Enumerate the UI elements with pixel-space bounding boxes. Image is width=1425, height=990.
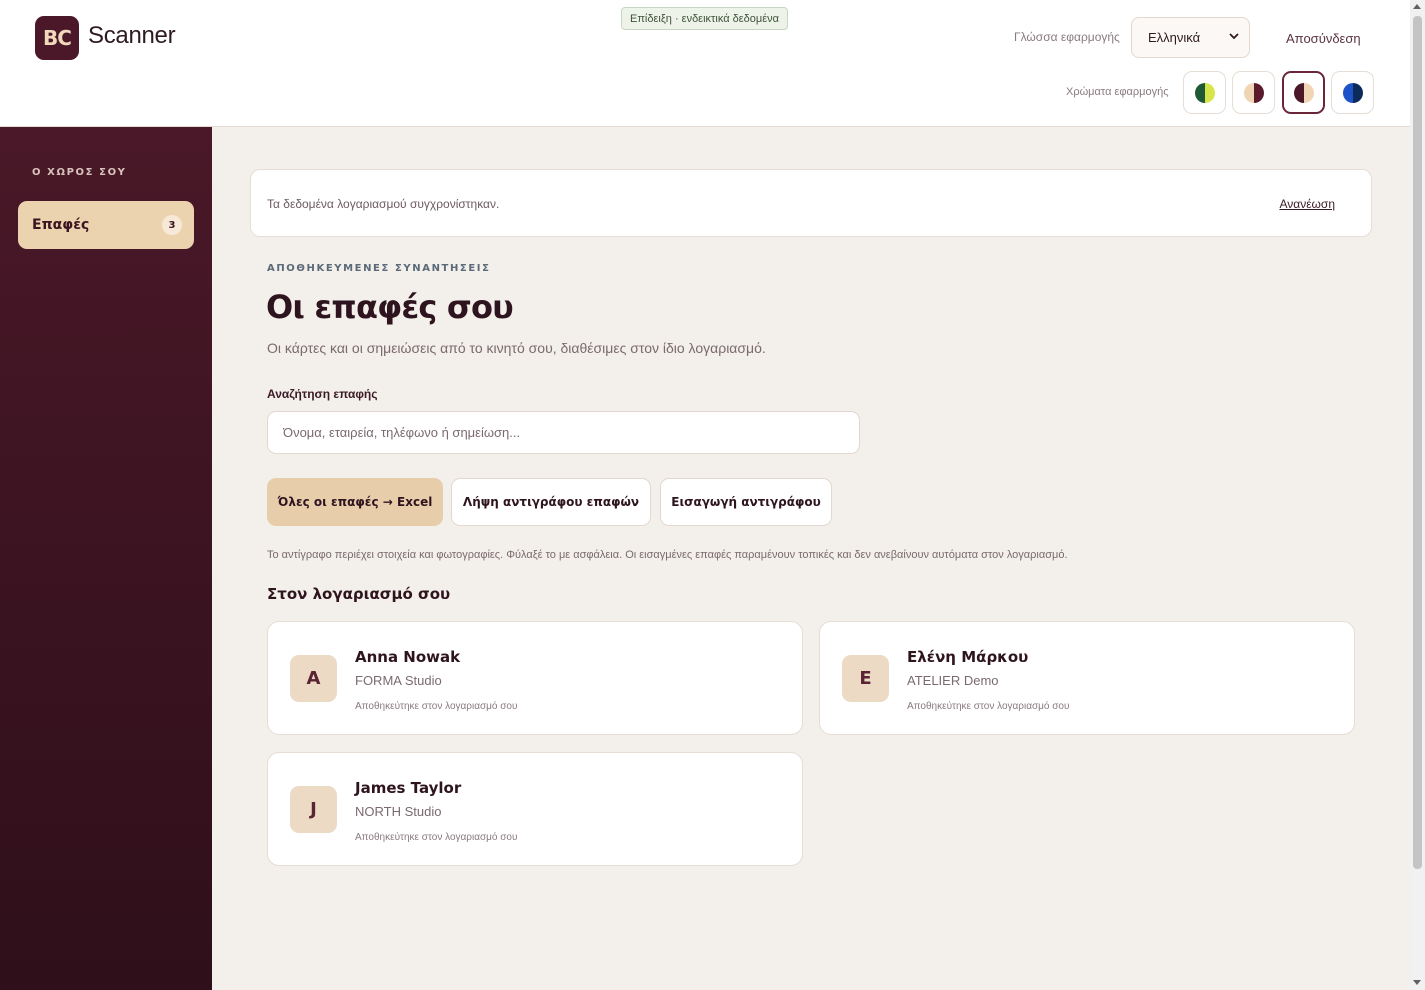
sidebar-item-contacts[interactable]: Επαφές 3 <box>18 201 194 249</box>
sidebar-heading: Ο ΧΩΡΟΣ ΣΟΥ <box>32 167 127 178</box>
sync-status-text: Τα δεδομένα λογαριασμού συγχρονίστηκαν. <box>267 197 500 211</box>
contact-status: Αποθηκεύτηκε στον λογαριασμό σου <box>907 701 1070 712</box>
sync-status-bar: Τα δεδομένα λογαριασμού συγχρονίστηκαν. … <box>250 169 1372 237</box>
language-select-value: Ελληνικά <box>1148 30 1201 45</box>
theme-dot-icon <box>1243 82 1264 103</box>
theme-swatch-green[interactable] <box>1183 71 1226 114</box>
page-title: Οι επαφές σου <box>266 288 514 326</box>
contact-name: Anna Nowak <box>355 648 461 666</box>
import-backup-button[interactable]: Εισαγωγή αντιγράφου <box>660 478 832 526</box>
avatar: E <box>842 655 889 702</box>
theme-swatch-burgundy-cream[interactable] <box>1282 71 1325 114</box>
contact-status: Αποθηκεύτηκε στον λογαριασμό σου <box>355 701 518 712</box>
avatar: A <box>290 655 337 702</box>
demo-badge: Επίδειξη · ενδεικτικά δεδομένα <box>621 7 788 30</box>
backup-note: Το αντίγραφο περιέχει στοιχεία και φωτογ… <box>267 549 1068 561</box>
theme-swatch-cream-burgundy[interactable] <box>1232 71 1275 114</box>
export-excel-button[interactable]: Όλες οι επαφές → Excel <box>267 478 443 526</box>
theme-swatch-blue[interactable] <box>1331 71 1374 114</box>
app-logo[interactable]: BC <box>35 16 79 60</box>
colors-label: Χρώματα εφαρμογής <box>1066 86 1169 98</box>
contact-company: ATELIER Demo <box>907 673 999 688</box>
contact-card[interactable]: E Ελένη Μάρκου ATELIER Demo Αποθηκεύτηκε… <box>819 621 1355 735</box>
contact-company: FORMA Studio <box>355 673 442 688</box>
sidebar-item-count-badge: 3 <box>162 215 182 235</box>
contact-card[interactable]: A Anna Nowak FORMA Studio Αποθηκεύτηκε σ… <box>267 621 803 735</box>
scroll-up-arrow-icon[interactable] <box>1413 4 1421 9</box>
chevron-down-icon <box>1229 33 1239 40</box>
refresh-link[interactable]: Ανανέωση <box>1279 197 1335 211</box>
avatar: J <box>290 786 337 833</box>
scroll-down-arrow-icon[interactable] <box>1413 980 1421 985</box>
sidebar: Ο ΧΩΡΟΣ ΣΟΥ Επαφές 3 <box>0 127 212 990</box>
language-select[interactable]: Ελληνικά <box>1131 17 1250 58</box>
search-input[interactable] <box>267 411 860 454</box>
contact-status: Αποθηκεύτηκε στον λογαριασμό σου <box>355 832 518 843</box>
page-subtitle: Οι κάρτες και οι σημειώσεις από το κινητ… <box>267 340 766 356</box>
logout-button[interactable]: Αποσύνδεση <box>1286 31 1361 46</box>
theme-dot-icon <box>1194 82 1215 103</box>
app-name: Scanner <box>88 22 176 49</box>
sidebar-item-label: Επαφές <box>32 217 90 233</box>
contact-card[interactable]: J James Taylor NORTH Studio Αποθηκεύτηκε… <box>267 752 803 866</box>
scroll-thumb[interactable] <box>1413 16 1422 869</box>
app-header: BC Scanner Επίδειξη · ενδεικτικά δεδομέν… <box>0 0 1410 127</box>
contact-name: James Taylor <box>355 779 462 797</box>
contact-company: NORTH Studio <box>355 804 442 819</box>
download-backup-button[interactable]: Λήψη αντιγράφου επαφών <box>451 478 651 526</box>
contact-name: Ελένη Μάρκου <box>907 648 1029 666</box>
page-scrollbar[interactable] <box>1410 0 1425 990</box>
theme-dot-icon <box>1293 82 1314 103</box>
page-eyebrow: ΑΠΟΘΗΚΕΥΜΕΝΕΣ ΣΥΝΑΝΤΗΣΕΙΣ <box>267 263 491 274</box>
section-title: Στον λογαριασμό σου <box>267 585 451 603</box>
language-label: Γλώσσα εφαρμογής <box>1014 30 1120 44</box>
search-label: Αναζήτηση επαφής <box>267 387 378 401</box>
theme-dot-icon <box>1342 82 1363 103</box>
